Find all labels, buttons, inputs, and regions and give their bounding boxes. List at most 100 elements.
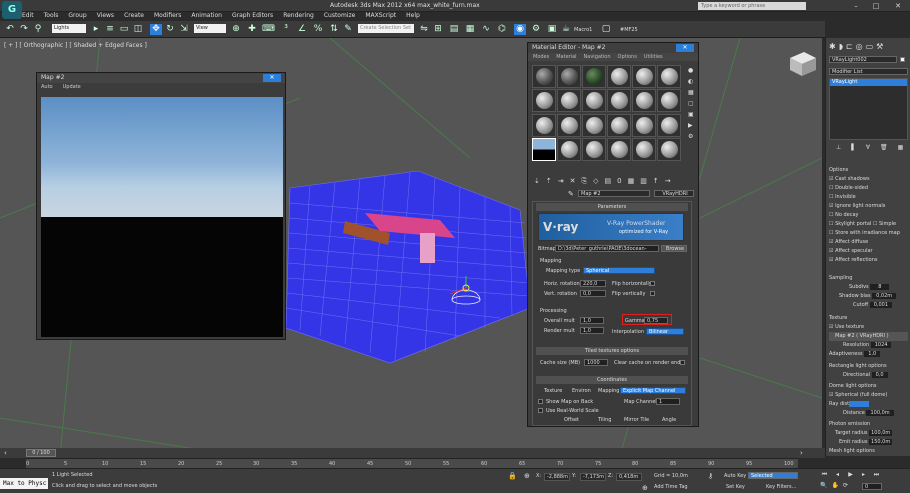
map-preview-window[interactable]: Map #2 ✕ Auto Update (36, 72, 286, 340)
options-header[interactable]: Options (829, 166, 908, 175)
sample-slot[interactable] (557, 137, 581, 161)
sample-slot[interactable] (657, 89, 681, 113)
region-select-icon[interactable]: ▭ (118, 24, 130, 35)
sample-slot[interactable] (557, 89, 581, 113)
option-affect-specular[interactable]: ☑ Affect specular (829, 247, 908, 256)
select-by-name-icon[interactable]: ≡ (104, 24, 116, 35)
material-id-icon[interactable]: 0 (617, 177, 621, 187)
configure-sets-icon[interactable]: ▦ (898, 144, 904, 151)
rendered-frame-icon[interactable]: ▣ (546, 24, 558, 35)
display-tab-icon[interactable]: ▭ (866, 42, 874, 51)
overall-mult-spinner[interactable]: 1,0 (580, 317, 604, 324)
reference-coord-dropdown[interactable]: View (194, 24, 226, 33)
play-icon[interactable]: ▶ (846, 471, 855, 479)
object-color-swatch[interactable] (900, 57, 905, 62)
sample-slot[interactable] (632, 113, 656, 137)
sample-uv-icon[interactable]: ▢ (688, 100, 696, 107)
auto-checkbox-label[interactable]: Auto (41, 83, 53, 91)
flip-horizontally-checkbox[interactable] (650, 281, 655, 286)
backlight-icon[interactable]: ◐ (688, 78, 696, 85)
menu-animation[interactable]: Animation (191, 12, 222, 21)
spherical-row[interactable]: ☑ Spherical (full dome) (829, 391, 908, 400)
sample-slot[interactable] (532, 113, 556, 137)
link-icon[interactable]: ⚲ (32, 24, 44, 35)
texture-map-button[interactable]: Map #2 ( VRayHDRI ) (829, 332, 908, 341)
interpolation-dropdown[interactable]: Bilinear (646, 328, 684, 335)
menu-maxscript[interactable]: MAXScript (365, 12, 396, 21)
flip-vertically-checkbox[interactable] (650, 291, 655, 296)
render-mult-spinner[interactable]: 1,0 (580, 327, 604, 334)
directional-spinner[interactable]: 0,0 (871, 372, 888, 378)
graphite-icon[interactable]: ▦ (464, 24, 476, 35)
real-world-scale-checkbox[interactable] (538, 408, 543, 413)
option-affect-diffuse[interactable]: ☑ Affect diffuse (829, 238, 908, 247)
keyboard-shortcut-icon[interactable]: ⌨ (262, 24, 275, 35)
menu-graph-editors[interactable]: Graph Editors (232, 12, 273, 21)
key-icon[interactable]: ⚷ (708, 472, 713, 480)
shadow-bias-spinner[interactable]: 0,02m (872, 293, 897, 299)
scale-icon[interactable]: ⇲ (178, 24, 190, 35)
macro1-label[interactable]: Macro1 (574, 27, 592, 33)
angle-snap-icon[interactable]: ∠ (296, 24, 308, 35)
vert-rotation-spinner[interactable]: 0,0 (580, 290, 606, 297)
hierarchy-tab-icon[interactable]: ⊏ (846, 42, 853, 51)
previous-frame-icon[interactable]: ◂ (833, 471, 842, 479)
sample-slot[interactable] (557, 113, 581, 137)
search-input[interactable]: Type a keyword or phrase (698, 2, 806, 10)
align-icon[interactable]: ⊞ (432, 24, 444, 35)
map-type-button[interactable]: VRayHDRI (654, 190, 694, 197)
menu-create[interactable]: Create (124, 12, 144, 21)
rotate-icon[interactable]: ↻ (164, 24, 176, 35)
current-frame-field[interactable]: 0 (862, 483, 882, 490)
remove-modifier-icon[interactable]: 🗑 (880, 144, 888, 151)
mesh-light-header[interactable]: Mesh light options (829, 447, 908, 456)
sample-slot[interactable] (532, 65, 556, 88)
modifier-stack-item[interactable]: VRayLight (830, 79, 907, 86)
modify-tab-icon[interactable]: ◗ (839, 42, 843, 51)
render-setup-icon[interactable]: ⚙ (530, 24, 542, 35)
sample-slot[interactable] (657, 113, 681, 137)
select-icon[interactable]: ▸ (90, 24, 102, 35)
options-icon[interactable]: ⚙ (688, 133, 696, 140)
undo-icon[interactable]: ↶ (4, 24, 16, 35)
layer-manager-icon[interactable]: ▤ (448, 24, 460, 35)
sample-slot[interactable] (657, 65, 681, 88)
sample-slot[interactable] (582, 137, 606, 161)
sample-slot[interactable] (632, 65, 656, 88)
utilities-tab-icon[interactable]: ⚒ (876, 42, 883, 51)
curve-editor-icon[interactable]: ∿ (480, 24, 492, 35)
pan-icon[interactable]: ✋ (831, 482, 838, 491)
selection-filter-dropdown[interactable]: Lights (52, 24, 86, 33)
sample-slot[interactable] (582, 113, 606, 137)
time-slider-thumb[interactable]: 0 / 100 (26, 449, 56, 457)
show-end-result-icon[interactable]: ▥ (640, 177, 647, 187)
bitmap-path-field[interactable]: D:\3d\Peter_guthrie\PAOE\3docean-1496 (555, 245, 659, 252)
sample-slot[interactable] (582, 65, 606, 88)
menu-tools[interactable]: Tools (44, 12, 59, 21)
dome-light-header[interactable]: Dome light options (829, 382, 908, 391)
x-coordinate-field[interactable]: -2,888m (544, 473, 570, 481)
get-material-icon[interactable]: ⇣ (534, 177, 540, 187)
option-ignore-light-normals[interactable]: ☑ Ignore light normals (829, 202, 908, 211)
assign-material-icon[interactable]: ⇥ (558, 177, 564, 187)
floor-plane[interactable] (285, 170, 531, 364)
update-button[interactable]: Update (63, 83, 81, 91)
cache-size-spinner[interactable]: 1000 (584, 359, 608, 366)
coordinates-rollout[interactable]: Coordinates (536, 376, 688, 384)
snap-icon[interactable]: ³ (280, 24, 292, 35)
make-unique-icon[interactable]: ∀ (866, 144, 870, 151)
make-copy-icon[interactable]: ⎘ (582, 177, 588, 187)
go-to-parent-icon[interactable]: ↑ (653, 177, 659, 187)
mapping-dropdown[interactable]: Explicit Map Channel (620, 387, 686, 394)
pick-material-icon[interactable]: ✎ (568, 190, 574, 198)
map-channel-spinner[interactable]: 1 (656, 398, 680, 405)
go-forward-icon[interactable]: → (665, 177, 671, 187)
pivot-icon[interactable]: ⊕ (230, 24, 242, 35)
sample-type-icon[interactable]: ● (688, 67, 696, 74)
environ-radio-label[interactable]: Environ (572, 388, 591, 394)
sample-slot-active[interactable] (532, 137, 556, 161)
menu-views[interactable]: Views (97, 12, 114, 21)
make-preview-icon[interactable]: ▶ (688, 122, 696, 129)
spinner-snap-icon[interactable]: ⇅ (328, 24, 340, 35)
show-map-icon[interactable]: ▦ (628, 177, 635, 187)
